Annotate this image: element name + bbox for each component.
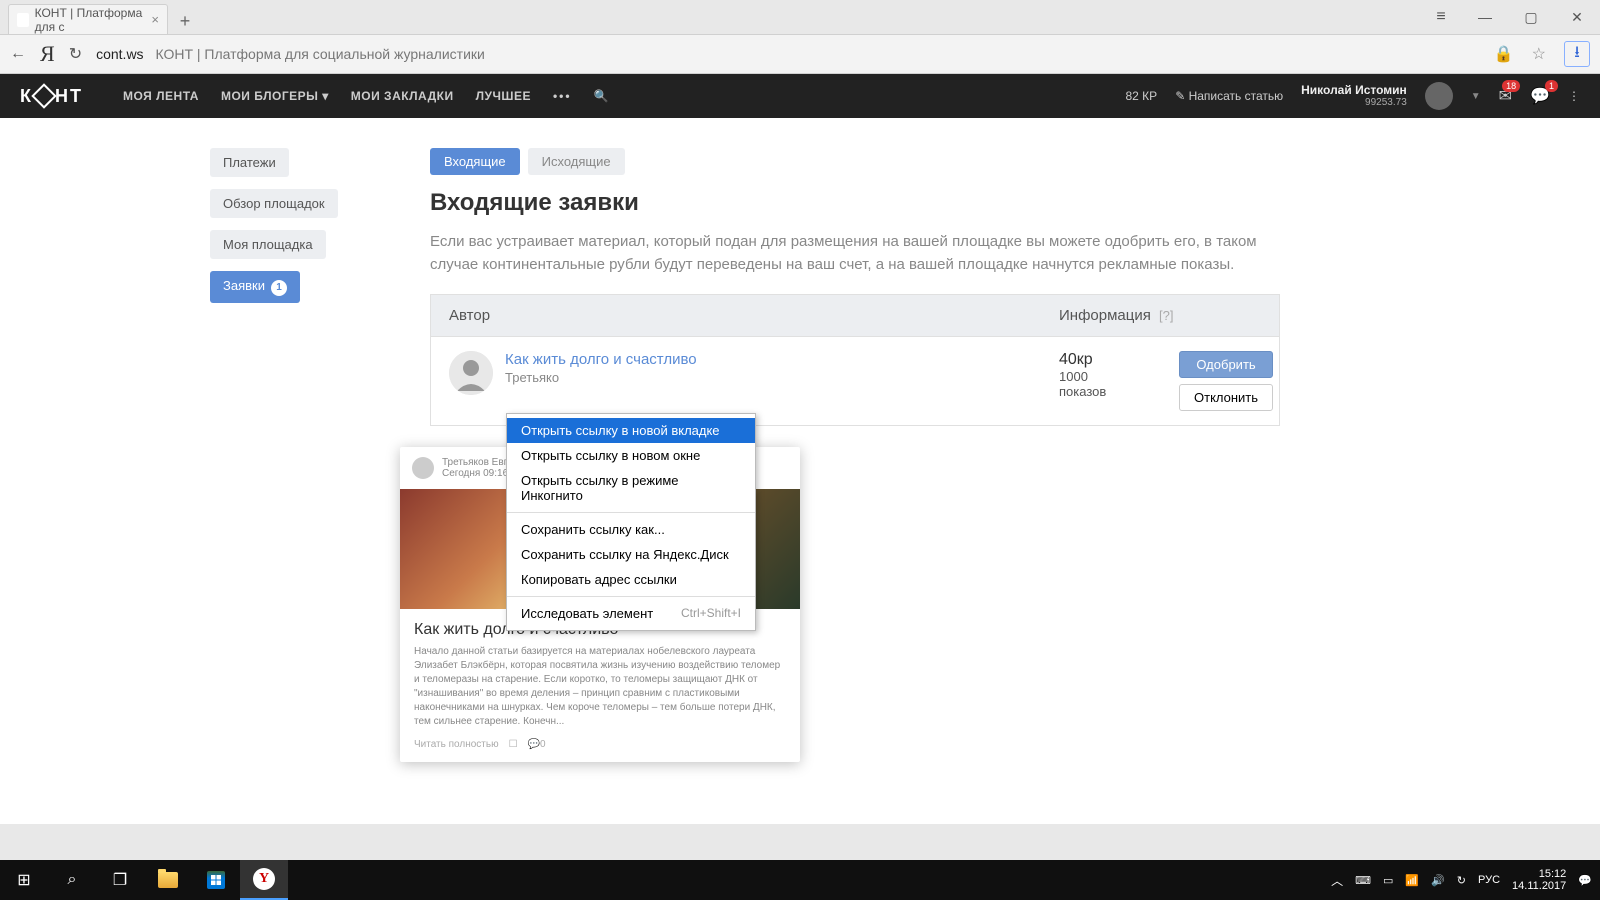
taskbar: ⊞ ⌕ ❐ Y ︿ ⌨ ▭ 📶 🔊 ↻ РУС 15:12 14.11.2017… bbox=[0, 860, 1600, 900]
card-text: Начало данной статьи базируется на матер… bbox=[400, 645, 800, 739]
nav-bloggers[interactable]: МОИ БЛОГЕРЫ ▾ bbox=[221, 89, 329, 103]
tab-outgoing[interactable]: Исходящие bbox=[528, 148, 625, 175]
avatar[interactable] bbox=[1425, 82, 1453, 110]
tray-lang[interactable]: РУС bbox=[1478, 874, 1500, 886]
tray-expand-icon[interactable]: ︿ bbox=[1331, 872, 1343, 889]
site-logo[interactable]: КНТ bbox=[20, 86, 83, 107]
tray-keyboard-icon[interactable]: ⌨ bbox=[1355, 874, 1371, 887]
reload-icon[interactable]: ↻ bbox=[69, 44, 82, 64]
window-maximize-button[interactable]: ▢ bbox=[1508, 0, 1554, 34]
lock-icon[interactable]: 🔒 bbox=[1494, 44, 1514, 64]
kebab-menu-icon[interactable]: ⋮ bbox=[1568, 89, 1580, 103]
sidebar: Платежи Обзор площадок Моя площадка Заяв… bbox=[210, 148, 410, 824]
read-more-link[interactable]: Читать полностью bbox=[414, 739, 499, 750]
ctx-open-incognito[interactable]: Открыть ссылку в режиме Инкогнито bbox=[507, 468, 755, 508]
tab-close-icon[interactable]: × bbox=[151, 12, 159, 27]
yandex-logo-icon[interactable]: Я bbox=[40, 41, 55, 67]
request-info: 40кр 1000 показов bbox=[1059, 351, 1179, 411]
browser-menu-icon[interactable]: ≡ bbox=[1416, 0, 1462, 34]
nav-feed[interactable]: МОЯ ЛЕНТА bbox=[123, 89, 199, 103]
new-tab-button[interactable]: + bbox=[172, 8, 198, 34]
comments-icon[interactable]: 💬0 bbox=[528, 739, 546, 750]
search-icon[interactable]: 🔍 bbox=[594, 89, 609, 103]
ctx-inspect[interactable]: Исследовать элементCtrl+Shift+I bbox=[507, 601, 755, 626]
info-help-icon[interactable]: [?] bbox=[1159, 308, 1173, 323]
nav-best[interactable]: ЛУЧШЕЕ bbox=[476, 89, 531, 103]
approve-button[interactable]: Одобрить bbox=[1179, 351, 1273, 378]
ctx-separator bbox=[507, 596, 755, 597]
tab-title: КОНТ | Платформа для с bbox=[35, 6, 152, 34]
author-name: Третьяко bbox=[505, 370, 1059, 385]
url-field[interactable]: cont.ws КОНТ | Платформа для социальной … bbox=[96, 46, 485, 62]
window-close-button[interactable]: ✕ bbox=[1554, 0, 1600, 34]
kr-balance: 82 КР bbox=[1126, 89, 1158, 103]
sidebar-item-requests[interactable]: Заявки1 bbox=[210, 271, 300, 303]
table-header: Автор Информация [?] bbox=[430, 294, 1280, 337]
ctx-open-new-window[interactable]: Открыть ссылку в новом окне bbox=[507, 443, 755, 468]
address-bar: ← Я ↻ cont.ws КОНТ | Платформа для социа… bbox=[0, 34, 1600, 74]
reject-button[interactable]: Отклонить bbox=[1179, 384, 1273, 411]
tray-volume-icon[interactable]: 🔊 bbox=[1431, 874, 1445, 887]
task-view-icon[interactable]: ❐ bbox=[96, 860, 144, 900]
taskbar-explorer-icon[interactable] bbox=[144, 860, 192, 900]
write-article-button[interactable]: ✎ Написать статью bbox=[1175, 89, 1283, 103]
tray-wifi-icon[interactable]: 📶 bbox=[1405, 874, 1419, 887]
ctx-separator bbox=[507, 512, 755, 513]
tray-sync-icon[interactable]: ↻ bbox=[1457, 874, 1466, 887]
col-author: Автор bbox=[449, 307, 1059, 324]
card-avatar bbox=[412, 457, 434, 479]
site-header: КНТ МОЯ ЛЕНТА МОИ БЛОГЕРЫ ▾ МОИ ЗАКЛАДКИ… bbox=[0, 74, 1600, 118]
window-titlebar: КОНТ | Платформа для с × + ≡ — ▢ ✕ bbox=[0, 0, 1600, 34]
tray-battery-icon[interactable]: ▭ bbox=[1383, 874, 1393, 887]
tray-notifications-icon[interactable]: 💬 bbox=[1578, 874, 1592, 887]
author-avatar[interactable] bbox=[449, 351, 493, 395]
sidebar-item-payments[interactable]: Платежи bbox=[210, 148, 289, 177]
back-icon[interactable]: ← bbox=[10, 45, 26, 63]
notifications-icon[interactable]: 💬1 bbox=[1530, 86, 1550, 106]
messages-icon[interactable]: ✉18 bbox=[1499, 86, 1512, 106]
ctx-save-as[interactable]: Сохранить ссылку как... bbox=[507, 517, 755, 542]
col-info: Информация [?] bbox=[1059, 307, 1261, 324]
nav-bookmarks[interactable]: МОИ ЗАКЛАДКИ bbox=[351, 89, 454, 103]
context-menu: Открыть ссылку в новой вкладке Открыть с… bbox=[506, 413, 756, 631]
page-desc: Если вас устраивает материал, который по… bbox=[430, 231, 1280, 276]
sidebar-item-overview[interactable]: Обзор площадок bbox=[210, 189, 338, 218]
article-link[interactable]: Как жить долго и счастливо bbox=[505, 351, 1059, 368]
ctx-copy-address[interactable]: Копировать адрес ссылки bbox=[507, 567, 755, 592]
ctx-open-new-tab[interactable]: Открыть ссылку в новой вкладке bbox=[507, 418, 755, 443]
favicon-icon bbox=[17, 13, 29, 27]
nav-more-icon[interactable]: ••• bbox=[553, 89, 572, 103]
page-body: Платежи Обзор площадок Моя площадка Заяв… bbox=[0, 118, 1600, 824]
tab-incoming[interactable]: Входящие bbox=[430, 148, 520, 175]
sidebar-item-my[interactable]: Моя площадка bbox=[210, 230, 326, 259]
taskbar-yandex-icon[interactable]: Y bbox=[240, 860, 288, 900]
taskbar-store-icon[interactable] bbox=[192, 860, 240, 900]
bookmark-icon[interactable]: ☐ bbox=[509, 739, 518, 750]
browser-tab[interactable]: КОНТ | Платформа для с × bbox=[8, 4, 168, 34]
tray-clock[interactable]: 15:12 14.11.2017 bbox=[1512, 868, 1566, 892]
bookmark-star-icon[interactable]: ☆ bbox=[1532, 44, 1546, 64]
taskbar-search-icon[interactable]: ⌕ bbox=[48, 860, 96, 900]
user-block[interactable]: Николай Истомин 99253.73 bbox=[1301, 84, 1407, 108]
start-button[interactable]: ⊞ bbox=[0, 860, 48, 900]
downloads-icon[interactable]: ⭳ bbox=[1564, 41, 1590, 67]
window-minimize-button[interactable]: — bbox=[1462, 0, 1508, 34]
user-chevron-icon[interactable]: ▼ bbox=[1471, 91, 1481, 102]
ctx-save-yadisk[interactable]: Сохранить ссылку на Яндекс.Диск bbox=[507, 542, 755, 567]
pen-icon bbox=[31, 83, 56, 108]
page-title: Входящие заявки bbox=[430, 189, 1280, 217]
